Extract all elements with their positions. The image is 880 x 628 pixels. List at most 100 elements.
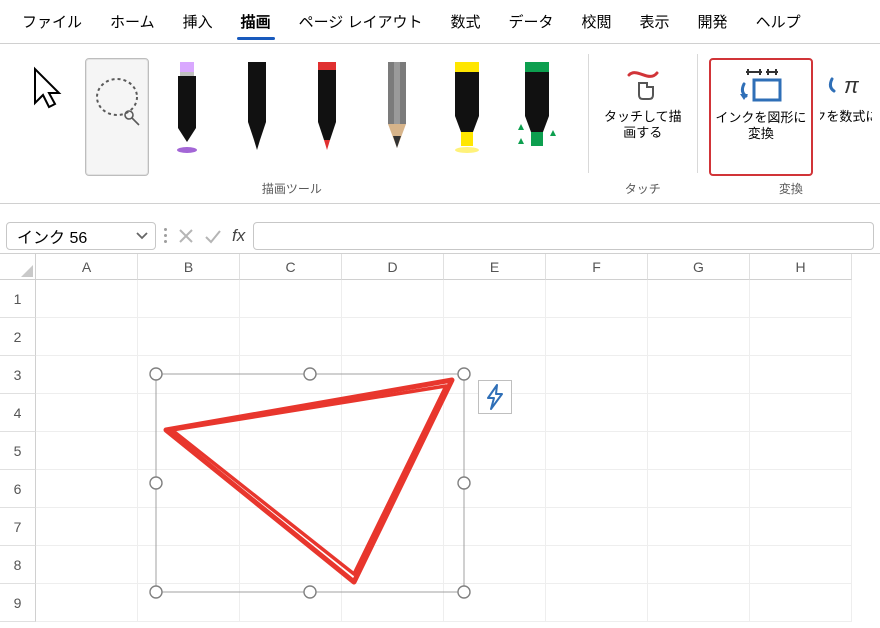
ink-action-button[interactable] xyxy=(478,380,512,414)
cell[interactable] xyxy=(750,432,852,470)
row-header[interactable]: 8 xyxy=(0,546,36,584)
cell[interactable] xyxy=(750,318,852,356)
lasso-select-tool[interactable] xyxy=(85,58,149,176)
cell[interactable] xyxy=(750,356,852,394)
svg-text:π: π xyxy=(844,73,860,98)
col-header[interactable]: E xyxy=(444,254,546,280)
cell[interactable] xyxy=(648,508,750,546)
cell[interactable] xyxy=(648,470,750,508)
row-header[interactable]: 2 xyxy=(0,318,36,356)
col-header[interactable]: H xyxy=(750,254,852,280)
cell[interactable] xyxy=(648,318,750,356)
cell[interactable] xyxy=(546,318,648,356)
tab-page-layout[interactable]: ページ レイアウト xyxy=(285,1,437,42)
touch-draw-label: タッチして描画する xyxy=(602,109,684,142)
cell[interactable] xyxy=(750,394,852,432)
highlighter-yellow[interactable] xyxy=(435,58,499,176)
tab-draw[interactable]: 描画 xyxy=(227,1,285,42)
row-header[interactable]: 5 xyxy=(0,432,36,470)
drawing-overlay xyxy=(36,280,556,623)
cell[interactable] xyxy=(648,546,750,584)
lightning-icon xyxy=(485,384,505,410)
touch-draw-icon xyxy=(623,65,663,105)
row-header[interactable]: 6 xyxy=(0,470,36,508)
group-label-convert: 変換 xyxy=(779,180,803,201)
menu-bar: ファイル ホーム 挿入 描画 ページ レイアウト 数式 データ 校閲 表示 開発… xyxy=(0,0,880,44)
cell[interactable] xyxy=(546,432,648,470)
highlighter-icon xyxy=(448,60,486,156)
cell[interactable] xyxy=(546,584,648,622)
cell[interactable] xyxy=(546,356,648,394)
cell[interactable] xyxy=(750,508,852,546)
ribbon: 描画ツール タッチして描画する タッチ xyxy=(0,44,880,204)
group-label-draw-tools: 描画ツール xyxy=(262,180,322,201)
row-header[interactable]: 4 xyxy=(0,394,36,432)
cell[interactable] xyxy=(648,356,750,394)
cell[interactable] xyxy=(750,584,852,622)
fx-icon[interactable]: fx xyxy=(232,226,245,246)
col-header[interactable]: B xyxy=(138,254,240,280)
row-header[interactable]: 3 xyxy=(0,356,36,394)
cell[interactable] xyxy=(750,280,852,318)
drag-handle-icon[interactable] xyxy=(162,224,170,247)
pen-eraser-purple[interactable] xyxy=(155,58,219,176)
cell[interactable] xyxy=(546,394,648,432)
row-header[interactable]: 7 xyxy=(0,508,36,546)
tab-help[interactable]: ヘルプ xyxy=(742,1,815,42)
cell[interactable] xyxy=(750,546,852,584)
ribbon-separator xyxy=(588,54,589,173)
pen-black[interactable] xyxy=(225,58,289,176)
tab-developer[interactable]: 開発 xyxy=(684,1,742,42)
group-label-touch: タッチ xyxy=(625,180,661,201)
ink-to-formula-button[interactable]: π インクを数式に変換 xyxy=(819,58,873,176)
tab-home[interactable]: ホーム xyxy=(96,1,169,42)
cell[interactable] xyxy=(546,470,648,508)
name-box[interactable]: インク 56 xyxy=(6,222,156,250)
ink-selection[interactable] xyxy=(36,280,556,620)
row-header[interactable]: 9 xyxy=(0,584,36,622)
cell[interactable] xyxy=(546,546,648,584)
tab-insert[interactable]: 挿入 xyxy=(169,1,227,42)
cell[interactable] xyxy=(648,280,750,318)
col-header[interactable]: F xyxy=(546,254,648,280)
ink-to-shape-label: インクを図形に変換 xyxy=(715,110,807,143)
formula-input[interactable] xyxy=(253,222,874,250)
ribbon-group-draw-tools: 描画ツール xyxy=(0,44,584,203)
pencil-gray[interactable] xyxy=(365,58,429,176)
pen-icon xyxy=(310,60,344,156)
ink-to-formula-icon: π xyxy=(826,65,866,105)
pen-icon xyxy=(170,60,204,156)
cell[interactable] xyxy=(648,432,750,470)
col-header[interactable]: G xyxy=(648,254,750,280)
tab-data[interactable]: データ xyxy=(495,1,568,42)
cell[interactable] xyxy=(546,508,648,546)
chevron-down-icon xyxy=(135,229,149,243)
ink-to-shape-button[interactable]: インクを図形に変換 xyxy=(709,58,813,176)
col-header[interactable]: A xyxy=(36,254,138,280)
column-headers: A B C D E F G H xyxy=(0,254,880,280)
cancel-icon[interactable] xyxy=(178,228,194,244)
ribbon-group-touch: タッチして描画する タッチ xyxy=(593,44,693,203)
action-pen-green[interactable] xyxy=(505,58,569,176)
cell[interactable] xyxy=(648,394,750,432)
confirm-icon[interactable] xyxy=(204,228,222,244)
touch-draw-button[interactable]: タッチして描画する xyxy=(597,58,689,176)
tab-review[interactable]: 校閲 xyxy=(568,1,626,42)
spreadsheet-grid: A B C D E F G H 1 2 3 4 5 6 7 8 9 xyxy=(0,254,880,622)
row-header[interactable]: 1 xyxy=(0,280,36,318)
cell[interactable] xyxy=(648,584,750,622)
lasso-icon xyxy=(89,63,145,143)
col-header[interactable]: C xyxy=(240,254,342,280)
tab-file[interactable]: ファイル xyxy=(8,1,96,42)
tab-view[interactable]: 表示 xyxy=(626,1,684,42)
cell[interactable] xyxy=(750,470,852,508)
draw-tools-row xyxy=(15,50,569,180)
select-all-corner[interactable] xyxy=(0,254,36,280)
col-header[interactable]: D xyxy=(342,254,444,280)
action-pen-icon xyxy=(518,60,556,156)
tab-formulas[interactable]: 数式 xyxy=(436,1,494,42)
ink-to-shape-icon xyxy=(738,66,784,106)
pen-red[interactable] xyxy=(295,58,359,176)
cell[interactable] xyxy=(546,280,648,318)
select-tool[interactable] xyxy=(15,58,79,176)
